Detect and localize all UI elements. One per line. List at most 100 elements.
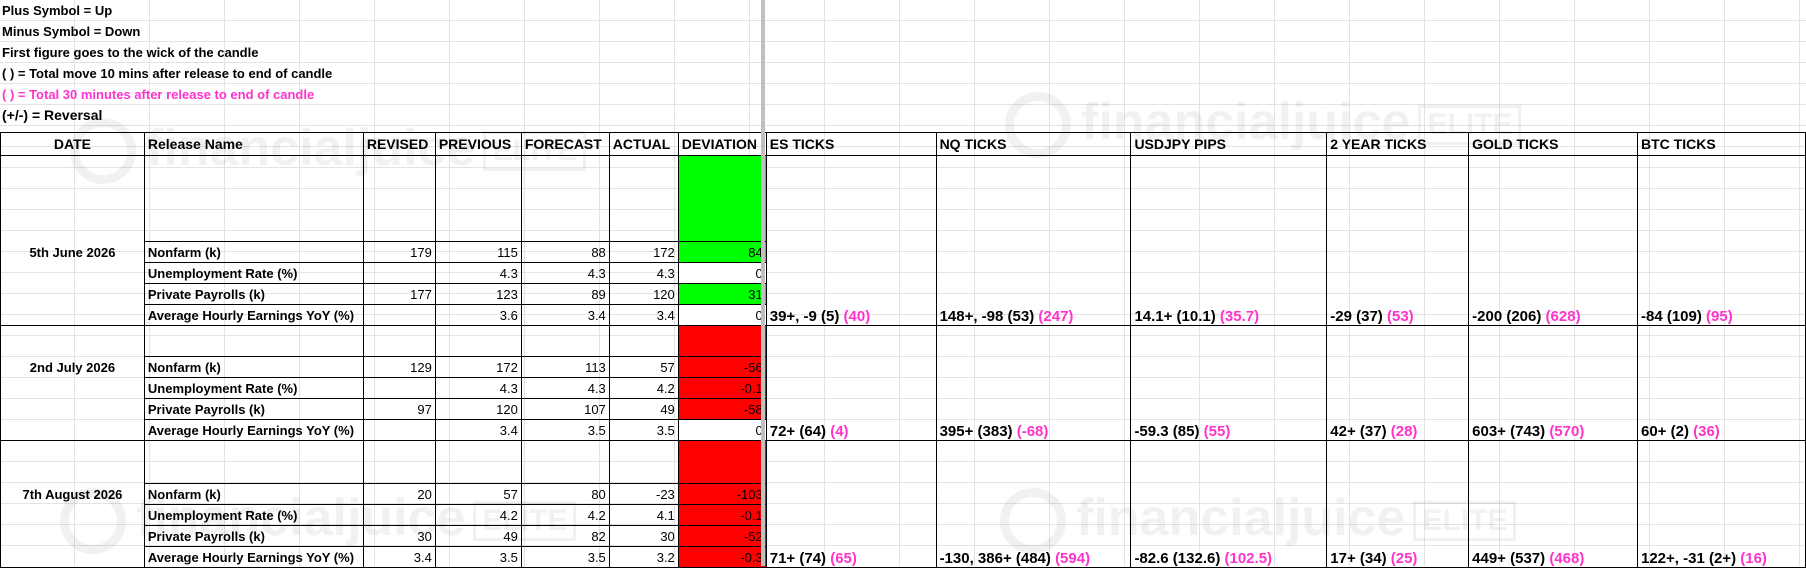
col-gold[interactable]: GOLD TICKS: [1468, 132, 1638, 156]
empty-cell[interactable]: [0, 304, 145, 326]
empty-cell[interactable]: [0, 155, 145, 242]
empty-cell[interactable]: [0, 398, 145, 420]
empty-cell[interactable]: [434, 325, 522, 357]
release-name[interactable]: Unemployment Rate (%): [143, 262, 364, 284]
empty-cell[interactable]: [143, 440, 364, 484]
release-name[interactable]: Unemployment Rate (%): [143, 504, 364, 526]
previous-value[interactable]: 3.5: [434, 546, 522, 568]
forecast-value[interactable]: 4.2: [520, 504, 610, 526]
move-cell-two_year[interactable]: 17+ (34) (25): [1326, 440, 1470, 568]
revised-value[interactable]: [362, 419, 436, 441]
actual-value[interactable]: 4.3: [608, 262, 679, 284]
previous-value[interactable]: 57: [434, 483, 522, 505]
col-deviation[interactable]: DEVIATION: [677, 132, 767, 156]
deviation-value[interactable]: -58: [677, 398, 767, 420]
empty-cell[interactable]: [143, 325, 364, 357]
release-name[interactable]: Private Payrolls (k): [143, 398, 364, 420]
actual-value[interactable]: 120: [608, 283, 679, 305]
forecast-value[interactable]: 82: [520, 525, 610, 547]
empty-cell[interactable]: [677, 155, 767, 242]
move-cell-btc[interactable]: 122+, -31 (2+) (16): [1637, 440, 1806, 568]
move-cell-es[interactable]: 71+ (74) (65): [765, 440, 937, 568]
deviation-value[interactable]: 0: [677, 304, 767, 326]
forecast-value[interactable]: 4.3: [520, 262, 610, 284]
release-name[interactable]: Average Hourly Earnings YoY (%): [143, 419, 364, 441]
move-cell-two_year[interactable]: 42+ (37) (28): [1326, 325, 1470, 441]
empty-cell[interactable]: [0, 419, 145, 441]
previous-value[interactable]: 123: [434, 283, 522, 305]
revised-value[interactable]: 177: [362, 283, 436, 305]
move-cell-gold[interactable]: -200 (206) (628): [1468, 155, 1638, 326]
move-cell-btc[interactable]: -84 (109) (95): [1637, 155, 1806, 326]
release-name[interactable]: Average Hourly Earnings YoY (%): [143, 304, 364, 326]
empty-cell[interactable]: [608, 440, 679, 484]
revised-value[interactable]: [362, 377, 436, 399]
actual-value[interactable]: 30: [608, 525, 679, 547]
deviation-value[interactable]: -52: [677, 525, 767, 547]
actual-value[interactable]: 3.5: [608, 419, 679, 441]
forecast-value[interactable]: 3.4: [520, 304, 610, 326]
release-name[interactable]: Private Payrolls (k): [143, 283, 364, 305]
move-cell-btc[interactable]: 60+ (2) (36): [1637, 325, 1806, 441]
forecast-value[interactable]: 107: [520, 398, 610, 420]
previous-value[interactable]: 172: [434, 356, 522, 378]
revised-value[interactable]: [362, 504, 436, 526]
release-name[interactable]: Private Payrolls (k): [143, 525, 364, 547]
empty-cell[interactable]: [520, 155, 610, 242]
empty-cell[interactable]: [143, 155, 364, 242]
actual-value[interactable]: 3.4: [608, 304, 679, 326]
empty-cell[interactable]: [0, 546, 145, 568]
empty-cell[interactable]: [608, 155, 679, 242]
empty-cell[interactable]: [0, 283, 145, 305]
previous-value[interactable]: 49: [434, 525, 522, 547]
move-cell-gold[interactable]: 449+ (537) (468): [1468, 440, 1638, 568]
empty-cell[interactable]: [434, 440, 522, 484]
col-date[interactable]: DATE: [0, 132, 145, 156]
col-nq[interactable]: NQ TICKS: [935, 132, 1132, 156]
release-name[interactable]: Nonfarm (k): [143, 241, 364, 263]
previous-value[interactable]: 120: [434, 398, 522, 420]
move-cell-nq[interactable]: 395+ (383) (-68): [935, 325, 1132, 441]
revised-value[interactable]: 30: [362, 525, 436, 547]
forecast-value[interactable]: 89: [520, 283, 610, 305]
revised-value[interactable]: 20: [362, 483, 436, 505]
actual-value[interactable]: 49: [608, 398, 679, 420]
actual-value[interactable]: 57: [608, 356, 679, 378]
event-date[interactable]: 7th August 2026: [0, 483, 145, 505]
empty-cell[interactable]: [362, 155, 436, 242]
empty-cell[interactable]: [362, 325, 436, 357]
col-revised[interactable]: REVISED: [362, 132, 436, 156]
deviation-value[interactable]: -0.3: [677, 546, 767, 568]
empty-cell[interactable]: [520, 325, 610, 357]
forecast-value[interactable]: 3.5: [520, 546, 610, 568]
empty-cell[interactable]: [0, 262, 145, 284]
empty-cell[interactable]: [0, 440, 145, 484]
deviation-value[interactable]: -0.1: [677, 377, 767, 399]
previous-value[interactable]: 115: [434, 241, 522, 263]
move-cell-es[interactable]: 39+, -9 (5) (40): [765, 155, 937, 326]
deviation-value[interactable]: 31: [677, 283, 767, 305]
previous-value[interactable]: 4.3: [434, 262, 522, 284]
col-forecast[interactable]: FORECAST: [520, 132, 610, 156]
empty-cell[interactable]: [0, 504, 145, 526]
release-name[interactable]: Nonfarm (k): [143, 483, 364, 505]
actual-value[interactable]: 3.2: [608, 546, 679, 568]
forecast-value[interactable]: 4.3: [520, 377, 610, 399]
previous-value[interactable]: 3.6: [434, 304, 522, 326]
revised-value[interactable]: [362, 262, 436, 284]
release-name[interactable]: Average Hourly Earnings YoY (%): [143, 546, 364, 568]
empty-cell[interactable]: [362, 440, 436, 484]
forecast-value[interactable]: 80: [520, 483, 610, 505]
deviation-value[interactable]: -56: [677, 356, 767, 378]
empty-cell[interactable]: [608, 325, 679, 357]
actual-value[interactable]: -23: [608, 483, 679, 505]
move-cell-es[interactable]: 72+ (64) (4): [765, 325, 937, 441]
revised-value[interactable]: 129: [362, 356, 436, 378]
col-btc[interactable]: BTC TICKS: [1637, 132, 1806, 156]
actual-value[interactable]: 172: [608, 241, 679, 263]
move-cell-usdjpy[interactable]: -59.3 (85) (55): [1130, 325, 1328, 441]
forecast-value[interactable]: 88: [520, 241, 610, 263]
deviation-value[interactable]: -103: [677, 483, 767, 505]
previous-value[interactable]: 3.4: [434, 419, 522, 441]
release-name[interactable]: Nonfarm (k): [143, 356, 364, 378]
